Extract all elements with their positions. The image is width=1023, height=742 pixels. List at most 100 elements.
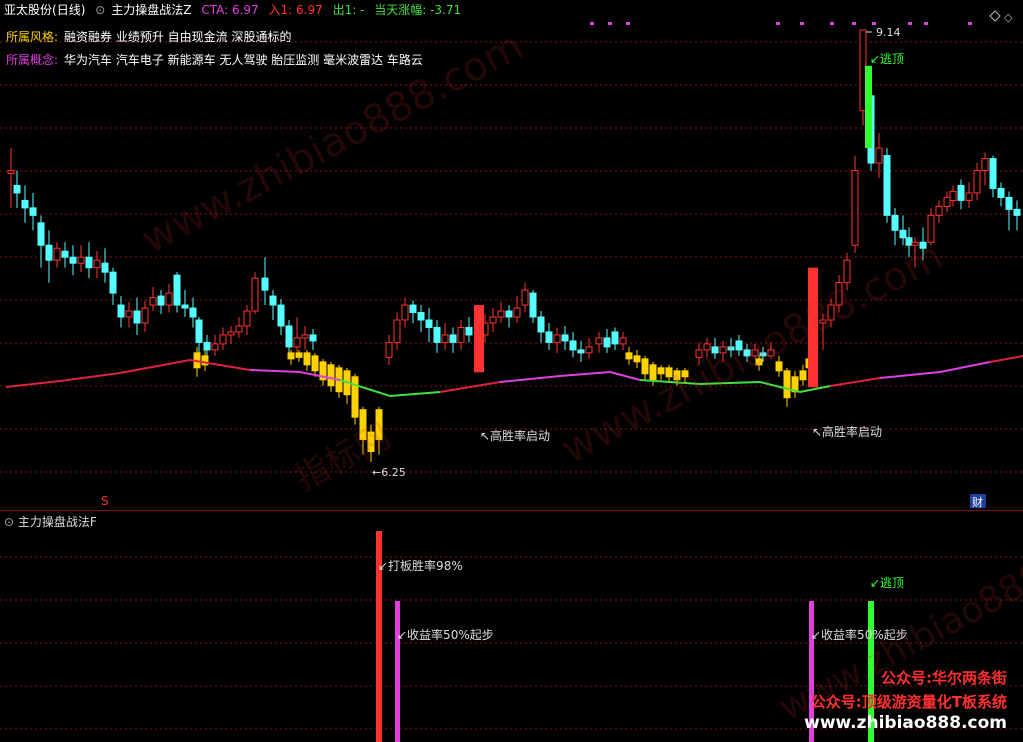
washout-candle-26	[799, 364, 807, 386]
candle-body	[751, 349, 759, 357]
candle-body	[189, 307, 197, 318]
candle-body	[935, 205, 943, 216]
washout-candle-body	[327, 364, 335, 387]
candle-body	[165, 292, 173, 306]
candle-body	[619, 337, 627, 345]
candle-73	[735, 334, 743, 356]
win-rate-label: ↙打板胜率98%	[378, 558, 463, 573]
candle-body	[595, 337, 603, 345]
candle-82	[851, 155, 859, 253]
washout-candle-16	[641, 355, 649, 380]
candle-body	[611, 331, 619, 345]
candle-101	[997, 182, 1005, 207]
chart-window[interactable]: ◇ 9.14 ↙逃顶 ←6.25 ↖高胜率启动 ↖高胜率启动 S 财 亚太股份(日线) ⊙ 主力…	[0, 0, 1023, 742]
candle-body	[957, 184, 965, 201]
candle-103	[1013, 200, 1021, 231]
candle-body	[309, 334, 317, 342]
main-chart-panel[interactable]: ◇ 9.14 ↙逃顶 ←6.25 ↖高胜率启动 ↖高胜率启动 S 财 亚太股份(日线) ⊙ 主力…	[0, 0, 1023, 509]
sub-indicator-title-row[interactable]: ⊙ 主力操盘战法F	[4, 513, 97, 530]
candle-6	[53, 242, 61, 268]
ma-segment-7	[389, 391, 441, 397]
candle-28	[227, 325, 235, 344]
candle-body	[883, 155, 891, 216]
candle-body	[85, 256, 93, 269]
candle-49	[465, 317, 473, 343]
candle-47	[449, 327, 457, 353]
candle-body	[767, 349, 775, 357]
candle-21	[173, 272, 181, 313]
candle-46	[441, 322, 449, 350]
candlestick-chart[interactable]: ◇9.14↙逃顶←6.25↖高胜率启动 ↖高胜率启动S 财	[0, 0, 1023, 509]
washout-candle-body	[351, 376, 359, 418]
escape-label: ↙逃顶	[870, 576, 904, 590]
candle-41	[401, 297, 409, 328]
candle-87	[891, 207, 899, 246]
candle-26	[211, 334, 219, 356]
candle-79	[827, 299, 835, 328]
candle-body	[385, 341, 393, 358]
candle-64	[595, 331, 603, 353]
candle-body	[37, 222, 45, 246]
ma-segment-19	[989, 355, 1023, 363]
candle-body	[703, 343, 711, 351]
candle-62	[577, 340, 585, 362]
candle-30	[243, 305, 251, 335]
candle-body	[943, 196, 951, 207]
washout-candle-body	[359, 409, 367, 441]
candle-body	[743, 349, 751, 357]
candle-body	[425, 319, 433, 328]
candle-59	[553, 327, 561, 353]
candle-44	[425, 308, 433, 343]
high-price-label: 9.14	[876, 26, 901, 39]
candle-1	[13, 170, 21, 208]
candle-60	[561, 325, 569, 350]
candle-32	[261, 257, 269, 306]
candle-65	[603, 328, 611, 353]
style-row: 所属风格: 融资融券 业绩预升 自由现金流 深股通标的	[6, 28, 292, 45]
washout-candle-body	[641, 358, 649, 375]
candle-61	[569, 331, 577, 358]
washout-candle-body	[681, 370, 689, 378]
candle-93	[935, 200, 943, 223]
stock-name[interactable]: 亚太股份	[4, 3, 52, 17]
sub-indicator-panel[interactable]: ↙打板胜率98% ↙收益率50%起步 ↙收益率50%起步 ↙逃顶 ⊙ 主力操盘战法F …	[0, 510, 1023, 742]
candle-body	[401, 304, 409, 321]
candle-body	[409, 304, 417, 314]
candle-body	[727, 346, 735, 351]
washout-candle-9	[343, 367, 351, 404]
return-label-1: ↙收益率50%起步	[397, 627, 494, 642]
candle-95	[949, 185, 957, 207]
washout-candle-body	[649, 364, 657, 381]
washout-candle-body	[311, 355, 319, 372]
indicator-name[interactable]: 主力操盘战法Z	[111, 3, 191, 17]
sub-toggle-icon[interactable]: ⊙	[4, 515, 18, 529]
candle-29	[235, 317, 243, 338]
indicator-toggle-icon[interactable]: ⊙	[95, 3, 105, 17]
candle-body	[21, 199, 29, 209]
candle-body	[235, 325, 243, 333]
candle-body	[219, 334, 227, 345]
washout-candle-body	[665, 367, 673, 378]
candle-body	[905, 237, 913, 246]
candle-3	[29, 192, 37, 231]
candle-body	[997, 187, 1005, 198]
candle-body	[835, 282, 843, 306]
candle-body	[561, 334, 569, 342]
candle-body	[505, 310, 513, 318]
candle-52	[497, 302, 505, 323]
candle-67	[619, 331, 627, 350]
candle-body	[569, 340, 577, 351]
candle-39	[385, 334, 393, 365]
washout-candle-14	[625, 346, 633, 365]
ma-segment-10	[559, 371, 611, 377]
promo-url: www.zhibiao888.com	[804, 713, 1007, 733]
ma-segment-2	[119, 359, 191, 374]
candle-body	[553, 334, 561, 343]
candle-14	[117, 296, 125, 328]
candle-70	[711, 337, 719, 359]
candle-91	[919, 227, 927, 261]
candle-body	[433, 326, 441, 343]
candle-body	[521, 289, 529, 306]
candle-body	[109, 271, 117, 294]
candle-0	[7, 148, 15, 208]
